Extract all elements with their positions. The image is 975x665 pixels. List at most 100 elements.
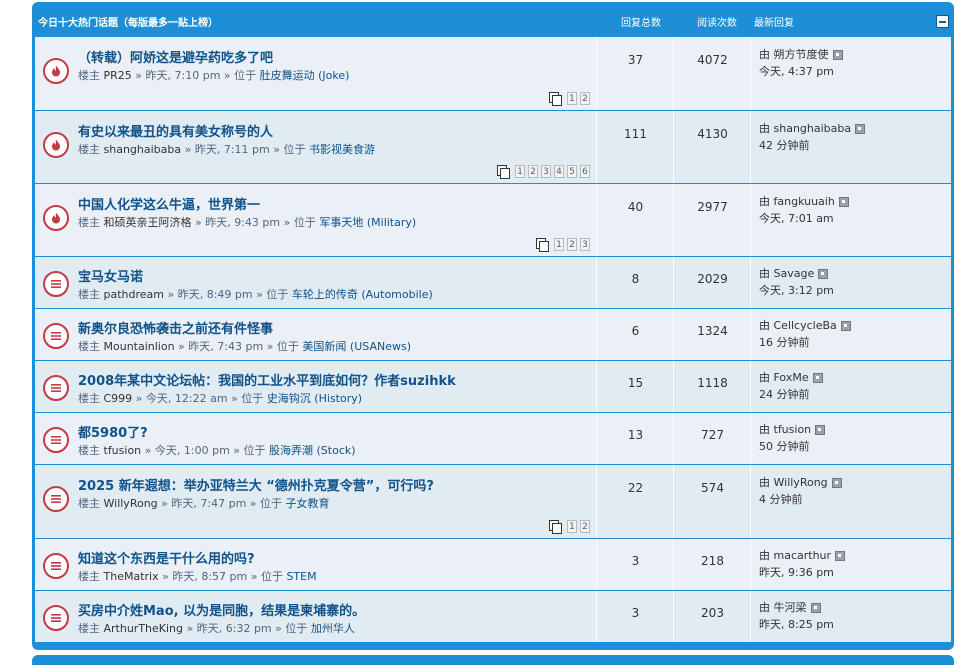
topic-title-link[interactable]: （转载）阿娇这是避孕药吃多了吧	[78, 47, 273, 66]
forum-link[interactable]: 军事天地 (Military)	[319, 216, 416, 229]
author-link[interactable]: ArthurTheKing	[104, 622, 184, 635]
view-count: 574	[701, 481, 724, 495]
view-count: 218	[701, 554, 724, 568]
last-author-link[interactable]: fangkuuaih	[774, 195, 835, 208]
hot-topic-icon	[43, 132, 69, 158]
author-link[interactable]: WillyRong	[104, 497, 158, 510]
topic-cell: 都5980了? 楼主 tfusion » 今天, 1:00 pm » 位于 股海弄…	[35, 413, 596, 464]
forum-link[interactable]: 股海弄潮 (Stock)	[269, 444, 356, 457]
view-latest-post-icon[interactable]	[831, 478, 842, 488]
author-link[interactable]: tfusion	[104, 444, 142, 457]
post-time: 昨天, 8:49 pm	[177, 288, 253, 301]
forum-link[interactable]: 书影视美食游	[309, 143, 375, 156]
topic-title-link[interactable]: 宝马女马诺	[78, 266, 143, 285]
views-cell: 2977	[673, 184, 751, 256]
replies-cell: 3	[596, 539, 674, 590]
author-prefix: 楼主	[78, 288, 100, 301]
collapse-icon[interactable]	[936, 15, 949, 28]
view-latest-post-icon[interactable]	[855, 124, 866, 134]
forum-link[interactable]: 子女教育	[286, 497, 330, 510]
page-link[interactable]: 2	[580, 92, 590, 105]
views-cell: 1324	[673, 309, 751, 360]
views-cell: 574	[673, 465, 751, 538]
view-count: 727	[701, 428, 724, 442]
author-link[interactable]: PR25	[104, 69, 132, 82]
view-latest-post-icon[interactable]	[838, 197, 849, 207]
topic-row: 2008年某中文论坛帖：我国的工业水平到底如何？作者suzihkk 楼主 C999…	[35, 361, 951, 413]
page-link[interactable]: 3	[541, 165, 551, 178]
forum-link[interactable]: 美国新闻 (USANews)	[302, 340, 411, 353]
topic-title-link[interactable]: 中国人化学这么牛逼，世界第一	[78, 194, 260, 213]
by-prefix: 由	[759, 423, 770, 436]
forum-link[interactable]: 车轮上的传奇 (Automobile)	[292, 288, 433, 301]
view-latest-post-icon[interactable]	[818, 269, 829, 279]
page-link[interactable]: 1	[567, 520, 577, 533]
last-post-by: 由 fangkuuaih	[759, 193, 849, 209]
page-link[interactable]: 1	[515, 165, 525, 178]
topic-title-link[interactable]: 有史以来最丑的具有美女称号的人	[78, 121, 273, 140]
in-prefix: 位于	[293, 216, 316, 229]
view-count: 203	[701, 606, 724, 620]
replies-cell: 13	[596, 413, 674, 464]
col-header-last-post: 最新回复	[754, 18, 794, 29]
topic-meta: 楼主 和硕英亲王阿济格 » 昨天, 9:43 pm » 位于 军事天地 (Mil…	[78, 216, 417, 229]
in-prefix: 位于	[234, 69, 257, 82]
author-link[interactable]: TheMatrix	[104, 570, 159, 583]
forum-link[interactable]: 肚皮舞运动 (Joke)	[260, 69, 350, 82]
page-link[interactable]: 3	[580, 238, 590, 251]
last-author-link[interactable]: tfusion	[774, 423, 812, 436]
page-link[interactable]: 2	[528, 165, 538, 178]
author-link[interactable]: Mountainlion	[104, 340, 175, 353]
reply-count: 111	[624, 127, 647, 141]
last-author-link[interactable]: 朔方节度使	[774, 48, 829, 61]
post-time: 昨天, 7:10 pm	[145, 69, 221, 82]
page-link[interactable]: 2	[567, 238, 577, 251]
view-latest-post-icon[interactable]	[815, 425, 826, 435]
last-author-link[interactable]: FoxMe	[774, 371, 809, 384]
page-link[interactable]: 6	[580, 165, 590, 178]
last-author-link[interactable]: CellcycleBa	[774, 319, 837, 332]
view-latest-post-icon[interactable]	[840, 321, 851, 331]
last-post-by: 由 tfusion	[759, 421, 826, 437]
page-link[interactable]: 2	[580, 520, 590, 533]
author-link[interactable]: 和硕英亲王阿济格	[104, 216, 192, 229]
author-link[interactable]: shanghaibaba	[104, 143, 182, 156]
last-author-link[interactable]: macarthur	[774, 549, 832, 562]
last-author-link[interactable]: 牛河梁	[774, 601, 807, 614]
topic-title-link[interactable]: 2025 新年遐想：举办亚特兰大 “德州扑克夏令营”，可行吗?	[78, 475, 434, 494]
topic-icon	[43, 375, 69, 401]
replies-cell: 22	[596, 465, 674, 538]
topic-row: 都5980了? 楼主 tfusion » 今天, 1:00 pm » 位于 股海弄…	[35, 413, 951, 465]
view-latest-post-icon[interactable]	[835, 551, 846, 561]
topic-title-link[interactable]: 都5980了?	[78, 422, 148, 441]
topic-row: 买房中介姓Mao, 以为是同胞，结果是柬埔寨的。 楼主 ArthurTheKing…	[35, 591, 951, 643]
view-count: 2029	[697, 272, 728, 286]
topic-icon	[43, 553, 69, 579]
forum-link[interactable]: 史海钩沉 (History)	[267, 392, 362, 405]
panel-header: 今日十大热门话题（每版最多一贴上榜） 回复总数 阅读次数 最新回复	[35, 2, 951, 37]
view-latest-post-icon[interactable]	[832, 50, 843, 60]
page-link[interactable]: 5	[567, 165, 577, 178]
topic-title-link[interactable]: 知道这个东西是干什么用的吗?	[78, 548, 255, 567]
forum-link[interactable]: STEM	[286, 570, 316, 583]
page-link[interactable]: 1	[567, 92, 577, 105]
replies-cell: 15	[596, 361, 674, 412]
last-author-link[interactable]: Savage	[774, 267, 815, 280]
last-post-cell: 由 WillyRong 4 分钟前	[750, 465, 951, 538]
view-count: 1324	[697, 324, 728, 338]
last-author-link[interactable]: shanghaibaba	[774, 122, 852, 135]
topic-title-link[interactable]: 新奥尔良恐怖袭击之前还有件怪事	[78, 318, 273, 337]
page-link[interactable]: 1	[554, 238, 564, 251]
topic-title-link[interactable]: 买房中介姓Mao, 以为是同胞，结果是柬埔寨的。	[78, 600, 365, 619]
page-link[interactable]: 4	[554, 165, 564, 178]
view-latest-post-icon[interactable]	[812, 373, 823, 383]
author-link[interactable]: pathdream	[104, 288, 165, 301]
topic-row: 2025 新年遐想：举办亚特兰大 “德州扑克夏令营”，可行吗? 楼主 WillyR…	[35, 465, 951, 539]
view-latest-post-icon[interactable]	[810, 603, 821, 613]
forum-link[interactable]: 加州华人	[311, 622, 355, 635]
author-link[interactable]: C999	[104, 392, 133, 405]
pages-icon	[549, 520, 562, 534]
topic-title-link[interactable]: 2008年某中文论坛帖：我国的工业水平到底如何？作者suzihkk	[78, 370, 456, 389]
last-author-link[interactable]: WillyRong	[774, 476, 828, 489]
pagination: 123	[536, 238, 590, 252]
